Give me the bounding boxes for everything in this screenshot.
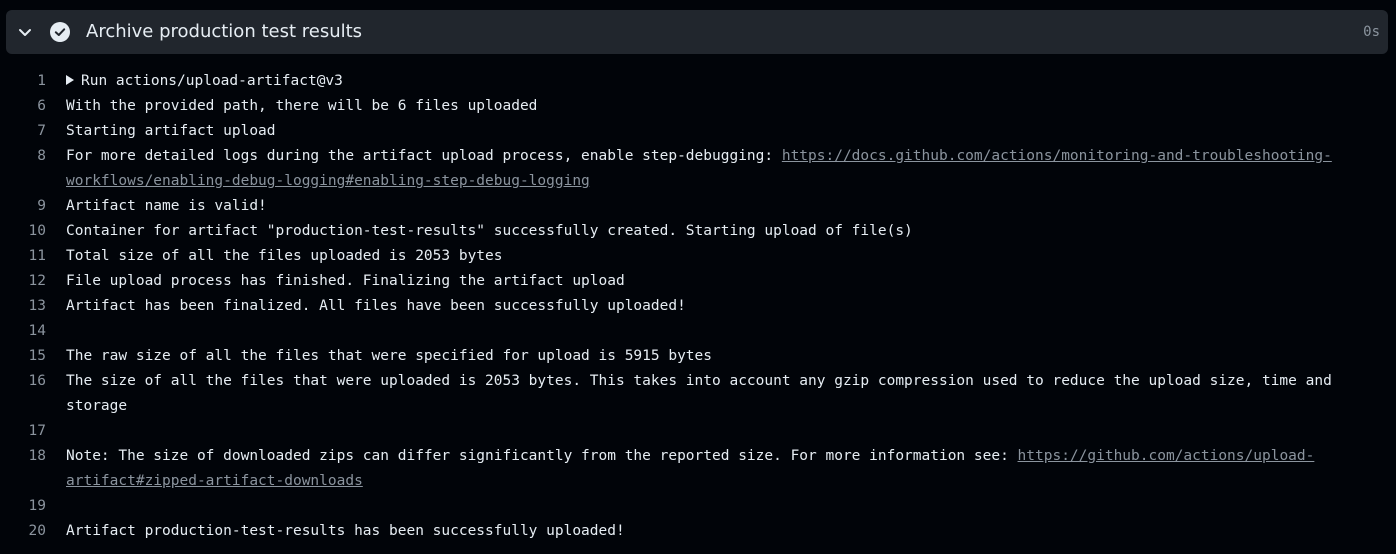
log-line: 13 Artifact has been finalized. All files…	[0, 294, 1396, 319]
log-line: 17	[0, 419, 1396, 444]
log-line: 20 Artifact production-test-results has b…	[0, 519, 1396, 544]
line-number[interactable]: 16	[0, 369, 66, 419]
step-duration: 0s	[1363, 24, 1380, 40]
line-number[interactable]: 18	[0, 444, 66, 494]
line-number[interactable]: 6	[0, 94, 66, 119]
line-number[interactable]: 8	[0, 144, 66, 194]
log-line: 14	[0, 319, 1396, 344]
log-line: 8 For more detailed logs during the artif…	[0, 144, 1396, 194]
log-message: Container for artifact "production-test-…	[66, 223, 913, 239]
log-message: The raw size of all the files that were …	[66, 348, 713, 364]
chevron-down-icon[interactable]	[17, 24, 33, 40]
log-message: With the provided path, there will be 6 …	[66, 98, 538, 114]
log-line: 7 Starting artifact upload	[0, 119, 1396, 144]
log-text: Starting artifact upload	[66, 119, 1396, 144]
log-line: 15 The raw size of all the files that wer…	[0, 344, 1396, 369]
log-line: 19	[0, 494, 1396, 519]
log-line: 1 Run actions/upload-artifact@v3	[0, 69, 1396, 94]
step-header[interactable]: Archive production test results 0s	[6, 10, 1388, 54]
log-message: Starting artifact upload	[66, 123, 276, 139]
expand-triangle-icon[interactable]	[66, 75, 74, 85]
log-message: Artifact name is valid!	[66, 198, 267, 214]
log-message: Total size of all the files uploaded is …	[66, 248, 503, 264]
log-line: 9 Artifact name is valid!	[0, 194, 1396, 219]
log-line: 6 With the provided path, there will be 6…	[0, 94, 1396, 119]
line-number[interactable]: 11	[0, 244, 66, 269]
line-number[interactable]: 15	[0, 344, 66, 369]
line-number[interactable]: 14	[0, 319, 66, 344]
log-line: 11 Total size of all the files uploaded i…	[0, 244, 1396, 269]
log-group-label[interactable]: Run actions/upload-artifact@v3	[81, 73, 343, 89]
log-text: Total size of all the files uploaded is …	[66, 244, 1396, 269]
log-text: Artifact production-test-results has bee…	[66, 519, 1396, 544]
log-text: For more detailed logs during the artifa…	[66, 144, 1396, 194]
log-output: 1 Run actions/upload-artifact@v3 6 With the…	[0, 69, 1396, 544]
line-number[interactable]: 9	[0, 194, 66, 219]
log-message: Artifact has been finalized. All files h…	[66, 298, 686, 314]
log-line: 10 Container for artifact "production-tes…	[0, 219, 1396, 244]
line-number[interactable]: 7	[0, 119, 66, 144]
log-message: Note: The size of downloaded zips can di…	[66, 448, 1018, 464]
line-number[interactable]: 20	[0, 519, 66, 544]
line-number[interactable]: 19	[0, 494, 66, 519]
line-number[interactable]: 13	[0, 294, 66, 319]
log-line: 16 The size of all the files that were up…	[0, 369, 1396, 419]
log-line: 12 File upload process has finished. Fina…	[0, 269, 1396, 294]
line-number[interactable]: 10	[0, 219, 66, 244]
log-message: For more detailed logs during the artifa…	[66, 148, 782, 164]
log-text: Note: The size of downloaded zips can di…	[66, 444, 1396, 494]
log-text: Artifact name is valid!	[66, 194, 1396, 219]
check-circle-icon	[50, 22, 70, 42]
log-text: The size of all the files that were uplo…	[66, 369, 1396, 419]
step-title: Archive production test results	[86, 21, 363, 42]
log-text: File upload process has finished. Finali…	[66, 269, 1396, 294]
log-text: Run actions/upload-artifact@v3	[66, 69, 1396, 94]
line-number[interactable]: 12	[0, 269, 66, 294]
log-text: Container for artifact "production-test-…	[66, 219, 1396, 244]
log-message: The size of all the files that were uplo…	[66, 373, 1341, 414]
log-message: File upload process has finished. Finali…	[66, 273, 625, 289]
line-number[interactable]: 17	[0, 419, 66, 444]
log-text: Artifact has been finalized. All files h…	[66, 294, 1396, 319]
log-line: 18 Note: The size of downloaded zips can …	[0, 444, 1396, 494]
line-number[interactable]: 1	[0, 69, 66, 94]
log-text: The raw size of all the files that were …	[66, 344, 1396, 369]
log-message: Artifact production-test-results has bee…	[66, 523, 625, 539]
log-text: With the provided path, there will be 6 …	[66, 94, 1396, 119]
